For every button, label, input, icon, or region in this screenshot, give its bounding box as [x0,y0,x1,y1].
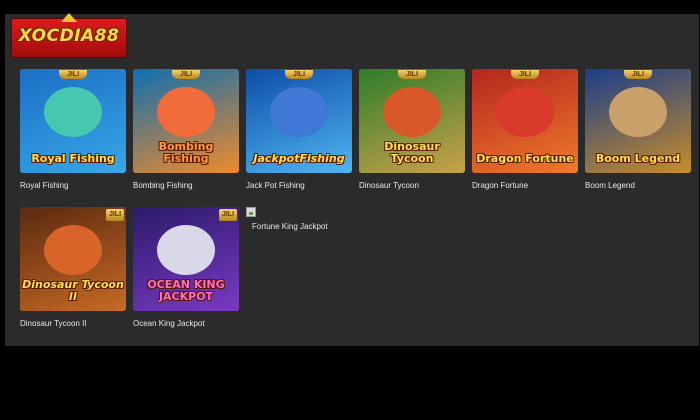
game-name[interactable]: Royal Fishing [20,181,126,190]
bomb-fish-icon [157,87,215,137]
jili-badge: JILI [106,209,124,221]
game-art-title: Boom Legend [595,152,681,165]
game-name[interactable]: Ocean King Jackpot [133,319,239,328]
game-thumbnail[interactable]: JILI Dragon Fortune [472,69,578,173]
game-card-ocean-king-jackpot[interactable]: JILI OCEAN KING JACKPOT Ocean King Jackp… [133,207,239,328]
jili-badge: JILI [511,70,539,79]
game-card-royal-fishing[interactable]: JILI Royal Fishing Royal Fishing [20,69,126,190]
game-thumbnail[interactable]: JILI Dinosaur Tycoon [359,69,465,173]
game-card-bombing-fishing[interactable]: JILI Bombing Fishing Bombing Fishing [133,69,239,190]
game-thumbnail[interactable]: JILI Bombing Fishing [133,69,239,173]
broken-image-icon[interactable] [246,207,256,217]
jili-badge: JILI [285,70,313,79]
game-name-fortune-king-jackpot[interactable]: Fortune King Jackpot [252,222,328,231]
game-thumbnail[interactable]: JILI OCEAN KING JACKPOT [133,207,239,311]
jili-badge: JILI [398,70,426,79]
dinosaur-icon [44,225,102,275]
game-card-dinosaur-tycoon-ii[interactable]: JILI Dinosaur Tycoon II Dinosaur Tycoon … [20,207,126,328]
warrior-icon [609,87,667,137]
game-art-title: OCEAN KING JACKPOT [147,278,225,303]
game-thumbnail[interactable]: JILI Dinosaur Tycoon II [20,207,126,311]
game-art-title: Royal Fishing [31,152,115,165]
game-thumbnail[interactable]: JILI Boom Legend [585,69,691,173]
game-thumbnail[interactable]: JILI Royal Fishing [20,69,126,173]
game-art-title: Dinosaur Tycoon [384,140,440,165]
game-name[interactable]: Dragon Fortune [472,181,578,190]
dragon-fish-icon [44,87,102,137]
game-name[interactable]: Dinosaur Tycoon II [20,319,126,328]
game-name[interactable]: Dinosaur Tycoon [359,181,465,190]
dinosaur-icon [383,87,441,137]
game-card-boom-legend[interactable]: JILI Boom Legend Boom Legend [585,69,691,190]
dragon-icon [496,87,554,137]
shark-icon [270,87,328,137]
crown-icon [61,13,77,22]
game-card-dinosaur-tycoon[interactable]: JILI Dinosaur Tycoon Dinosaur Tycoon [359,69,465,190]
game-art-title: Bombing Fishing [158,140,214,165]
game-card-jack-pot-fishing[interactable]: JILI JackpotFishing Jack Pot Fishing [246,69,352,190]
game-art-title: Dragon Fortune [476,152,574,165]
jili-badge: JILI [219,209,237,221]
game-name[interactable]: Jack Pot Fishing [246,181,352,190]
logo-text: XOCDIA88 [18,26,120,46]
game-thumbnail[interactable]: JILI JackpotFishing [246,69,352,173]
game-art-title: JackpotFishing [253,152,345,165]
game-card-dragon-fortune[interactable]: JILI Dragon Fortune Dragon Fortune [472,69,578,190]
game-art-title: Dinosaur Tycoon II [22,278,124,303]
brand-logo[interactable]: XOCDIA88 [11,13,127,58]
jili-badge: JILI [624,70,652,79]
game-name[interactable]: Bombing Fishing [133,181,239,190]
jili-badge: JILI [172,70,200,79]
skeleton-pirate-icon [157,225,215,275]
jili-badge: JILI [59,70,87,79]
game-name[interactable]: Boom Legend [585,181,691,190]
